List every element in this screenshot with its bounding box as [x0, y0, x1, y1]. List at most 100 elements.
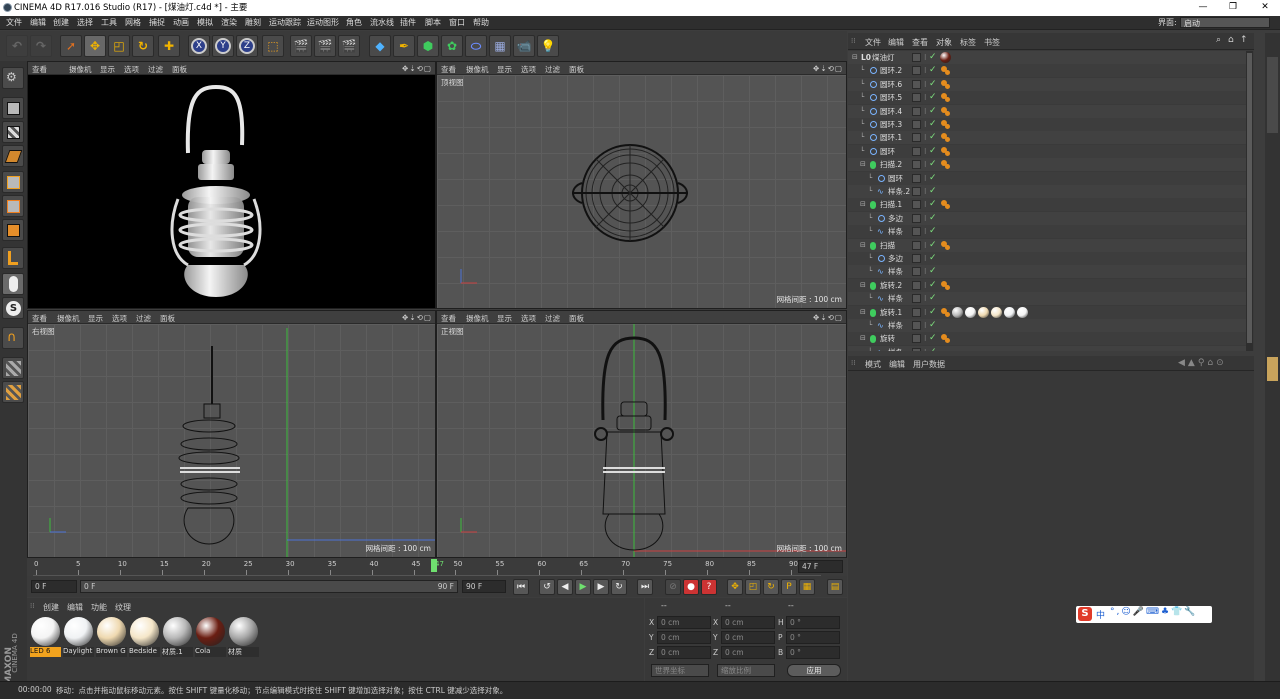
scale-ratio-select[interactable]: 缩放比例	[717, 664, 775, 677]
object-row[interactable]: └ ∿ 样条 ⁝✓	[848, 292, 1252, 306]
om-menu-view[interactable]: 查看	[912, 37, 928, 48]
layer-toggle[interactable]	[912, 66, 921, 76]
layer-toggle[interactable]	[912, 187, 921, 196]
object-row[interactable]: ⊟ 旋转 ⁝ ✓	[848, 332, 1252, 346]
front-viewport[interactable]: 查看 摄像机 显示 选项 过滤 面板 ✥⇣⟲▢ 正视图 网格间距 : 100 c…	[436, 310, 847, 558]
object-row[interactable]: └ ∿ 样条 ⁝✓	[848, 265, 1252, 279]
layer-toggle[interactable]	[912, 294, 921, 304]
apply-button[interactable]: 应用	[787, 664, 841, 677]
vp-menu-camera[interactable]: 摄像机	[466, 64, 489, 75]
timeline-ruler[interactable]: 0 5 10 15 20 25 30 35 40 45 50 55 60 65 70 75 80 85 90 47 …	[27, 558, 847, 576]
object-scrollbar[interactable]	[1246, 51, 1253, 351]
scale-tool-button[interactable]: ◰	[108, 35, 130, 57]
object-name[interactable]: 样条	[888, 265, 903, 278]
vp-menu-filter[interactable]: 过滤	[545, 313, 560, 324]
vp-menu-display[interactable]: 显示	[88, 313, 103, 324]
layer-toggle[interactable]	[912, 321, 921, 330]
object-row[interactable]: ⊟ 扫描.1 ⁝ ✓	[848, 198, 1252, 212]
add-light-button[interactable]: 💡	[537, 35, 559, 57]
render-view-button[interactable]: 🎬	[290, 35, 312, 57]
visibility-dots-icon[interactable]: ⁝	[924, 158, 927, 171]
enabled-check-icon[interactable]: ✓	[929, 225, 937, 238]
world-coords-select[interactable]: 世界坐标	[651, 664, 709, 677]
menu-file[interactable]: 文件	[6, 17, 22, 29]
object-row[interactable]: └ ∿ 样条 ⁝✓	[848, 345, 1252, 351]
object-name[interactable]: 样条	[888, 292, 903, 305]
coord-value-field[interactable]: 0 cm	[657, 631, 711, 644]
layer-toggle[interactable]	[912, 254, 921, 263]
key-position-button[interactable]: ✥	[727, 579, 743, 595]
key-pla-button[interactable]: ▦	[799, 579, 815, 595]
object-name[interactable]: 样条	[888, 225, 903, 238]
material-tag-icon[interactable]	[978, 306, 989, 318]
menu-plugins[interactable]: 插件	[400, 17, 416, 29]
menu-tools[interactable]: 工具	[101, 17, 117, 29]
phong-tag-icon[interactable]	[945, 137, 950, 143]
object-name[interactable]: 圆环.2	[880, 64, 902, 77]
object-row[interactable]: └ 圆环.3 ⁝ ✓	[848, 118, 1252, 131]
layer-toggle[interactable]	[912, 307, 921, 317]
enabled-check-icon[interactable]: ✓	[929, 332, 937, 345]
object-row[interactable]: ⊟ 扫描 ⁝ ✓	[848, 238, 1252, 252]
next-frame-button[interactable]: ▶	[593, 579, 609, 595]
enabled-check-icon[interactable]: ✓	[929, 78, 937, 91]
vp-menu-panel[interactable]: 面板	[569, 313, 584, 324]
object-row[interactable]: └ 圆环.5 ⁝ ✓	[848, 91, 1252, 105]
mat-menu-edit[interactable]: 编辑	[67, 602, 83, 613]
menu-pipeline[interactable]: 流水线	[370, 17, 394, 29]
vp-menu-camera[interactable]: 摄像机	[466, 313, 489, 324]
layer-toggle[interactable]	[912, 240, 921, 250]
object-row[interactable]: └ ∿ 样条 ⁝✓	[848, 319, 1252, 332]
tweak-mode-button[interactable]	[2, 273, 24, 295]
layer-toggle[interactable]	[912, 79, 921, 89]
visibility-dots-icon[interactable]: ⁝	[924, 265, 927, 278]
object-row[interactable]: ⊟ L0 煤油灯 ⁝ ✓	[848, 51, 1252, 64]
om-menu-edit[interactable]: 编辑	[888, 37, 904, 48]
object-name[interactable]: 圆环.6	[880, 78, 902, 91]
vp-menu-view[interactable]: 查看	[441, 313, 456, 324]
side-tab-attributes[interactable]	[1267, 357, 1278, 381]
coordinate-system-button[interactable]: ⬚	[262, 35, 284, 57]
layer-toggle[interactable]	[912, 53, 921, 62]
phong-tag-icon[interactable]	[945, 338, 950, 344]
visibility-dots-icon[interactable]: ⁝	[924, 239, 927, 252]
make-editable-button[interactable]: ⚙	[2, 67, 24, 89]
viewport-nav-icons[interactable]: ✥⇣⟲▢	[813, 313, 843, 322]
layer-toggle[interactable]	[912, 146, 921, 156]
visibility-dots-icon[interactable]: ⁝	[924, 51, 927, 64]
visibility-dots-icon[interactable]: ⁝	[924, 118, 927, 131]
vp-menu-options[interactable]: 选项	[112, 313, 127, 324]
rotate-tool-button[interactable]: ↻	[132, 35, 154, 57]
object-name[interactable]: 扫描.1	[880, 198, 902, 211]
magnet-snap-button[interactable]: ∩	[2, 327, 24, 349]
enabled-check-icon[interactable]: ✓	[929, 319, 937, 332]
recent-tool-button[interactable]: ✚	[158, 35, 180, 57]
phong-tag-icon[interactable]	[945, 124, 950, 129]
layout-select[interactable]: 启动	[1180, 17, 1270, 28]
material-swatch[interactable]: Cola	[195, 616, 226, 658]
close-button[interactable]: ✕	[1250, 0, 1280, 16]
layer-toggle[interactable]	[912, 133, 921, 143]
vp-menu-panel[interactable]: 面板	[160, 313, 175, 324]
layer-toggle[interactable]	[912, 120, 921, 129]
key-parameter-button[interactable]: P	[781, 579, 797, 595]
object-row[interactable]: └ 圆环 ⁝ ✓	[848, 171, 1252, 185]
menu-animate[interactable]: 动画	[173, 17, 189, 29]
preview-range-slider[interactable]: 0 F 90 F	[80, 580, 458, 593]
phong-tag-icon[interactable]	[945, 311, 950, 317]
object-name[interactable]: 多边	[888, 252, 903, 265]
phong-tag-icon[interactable]	[945, 97, 950, 103]
visibility-dots-icon[interactable]: ⁝	[924, 78, 927, 91]
vp-menu-filter[interactable]: 过滤	[545, 64, 560, 75]
material-tag-icon[interactable]	[965, 306, 976, 318]
menu-simulate[interactable]: 模拟	[197, 17, 213, 29]
vp-menu-options[interactable]: 选项	[521, 64, 536, 75]
menu-mesh[interactable]: 网格	[125, 17, 141, 29]
perspective-viewport[interactable]: 查看 摄像机 显示 选项 过滤 面板 ✥⇣⟲▢	[27, 61, 436, 309]
workplane-mode-button[interactable]	[2, 145, 24, 167]
material-tag-icon[interactable]	[952, 306, 963, 318]
coord-value-field[interactable]: 0 °	[786, 616, 840, 629]
vp-menu-panel[interactable]: 面板	[569, 64, 584, 75]
render-to-picture-viewer-button[interactable]: 🎬	[314, 35, 336, 57]
enabled-check-icon[interactable]: ✓	[929, 346, 937, 351]
